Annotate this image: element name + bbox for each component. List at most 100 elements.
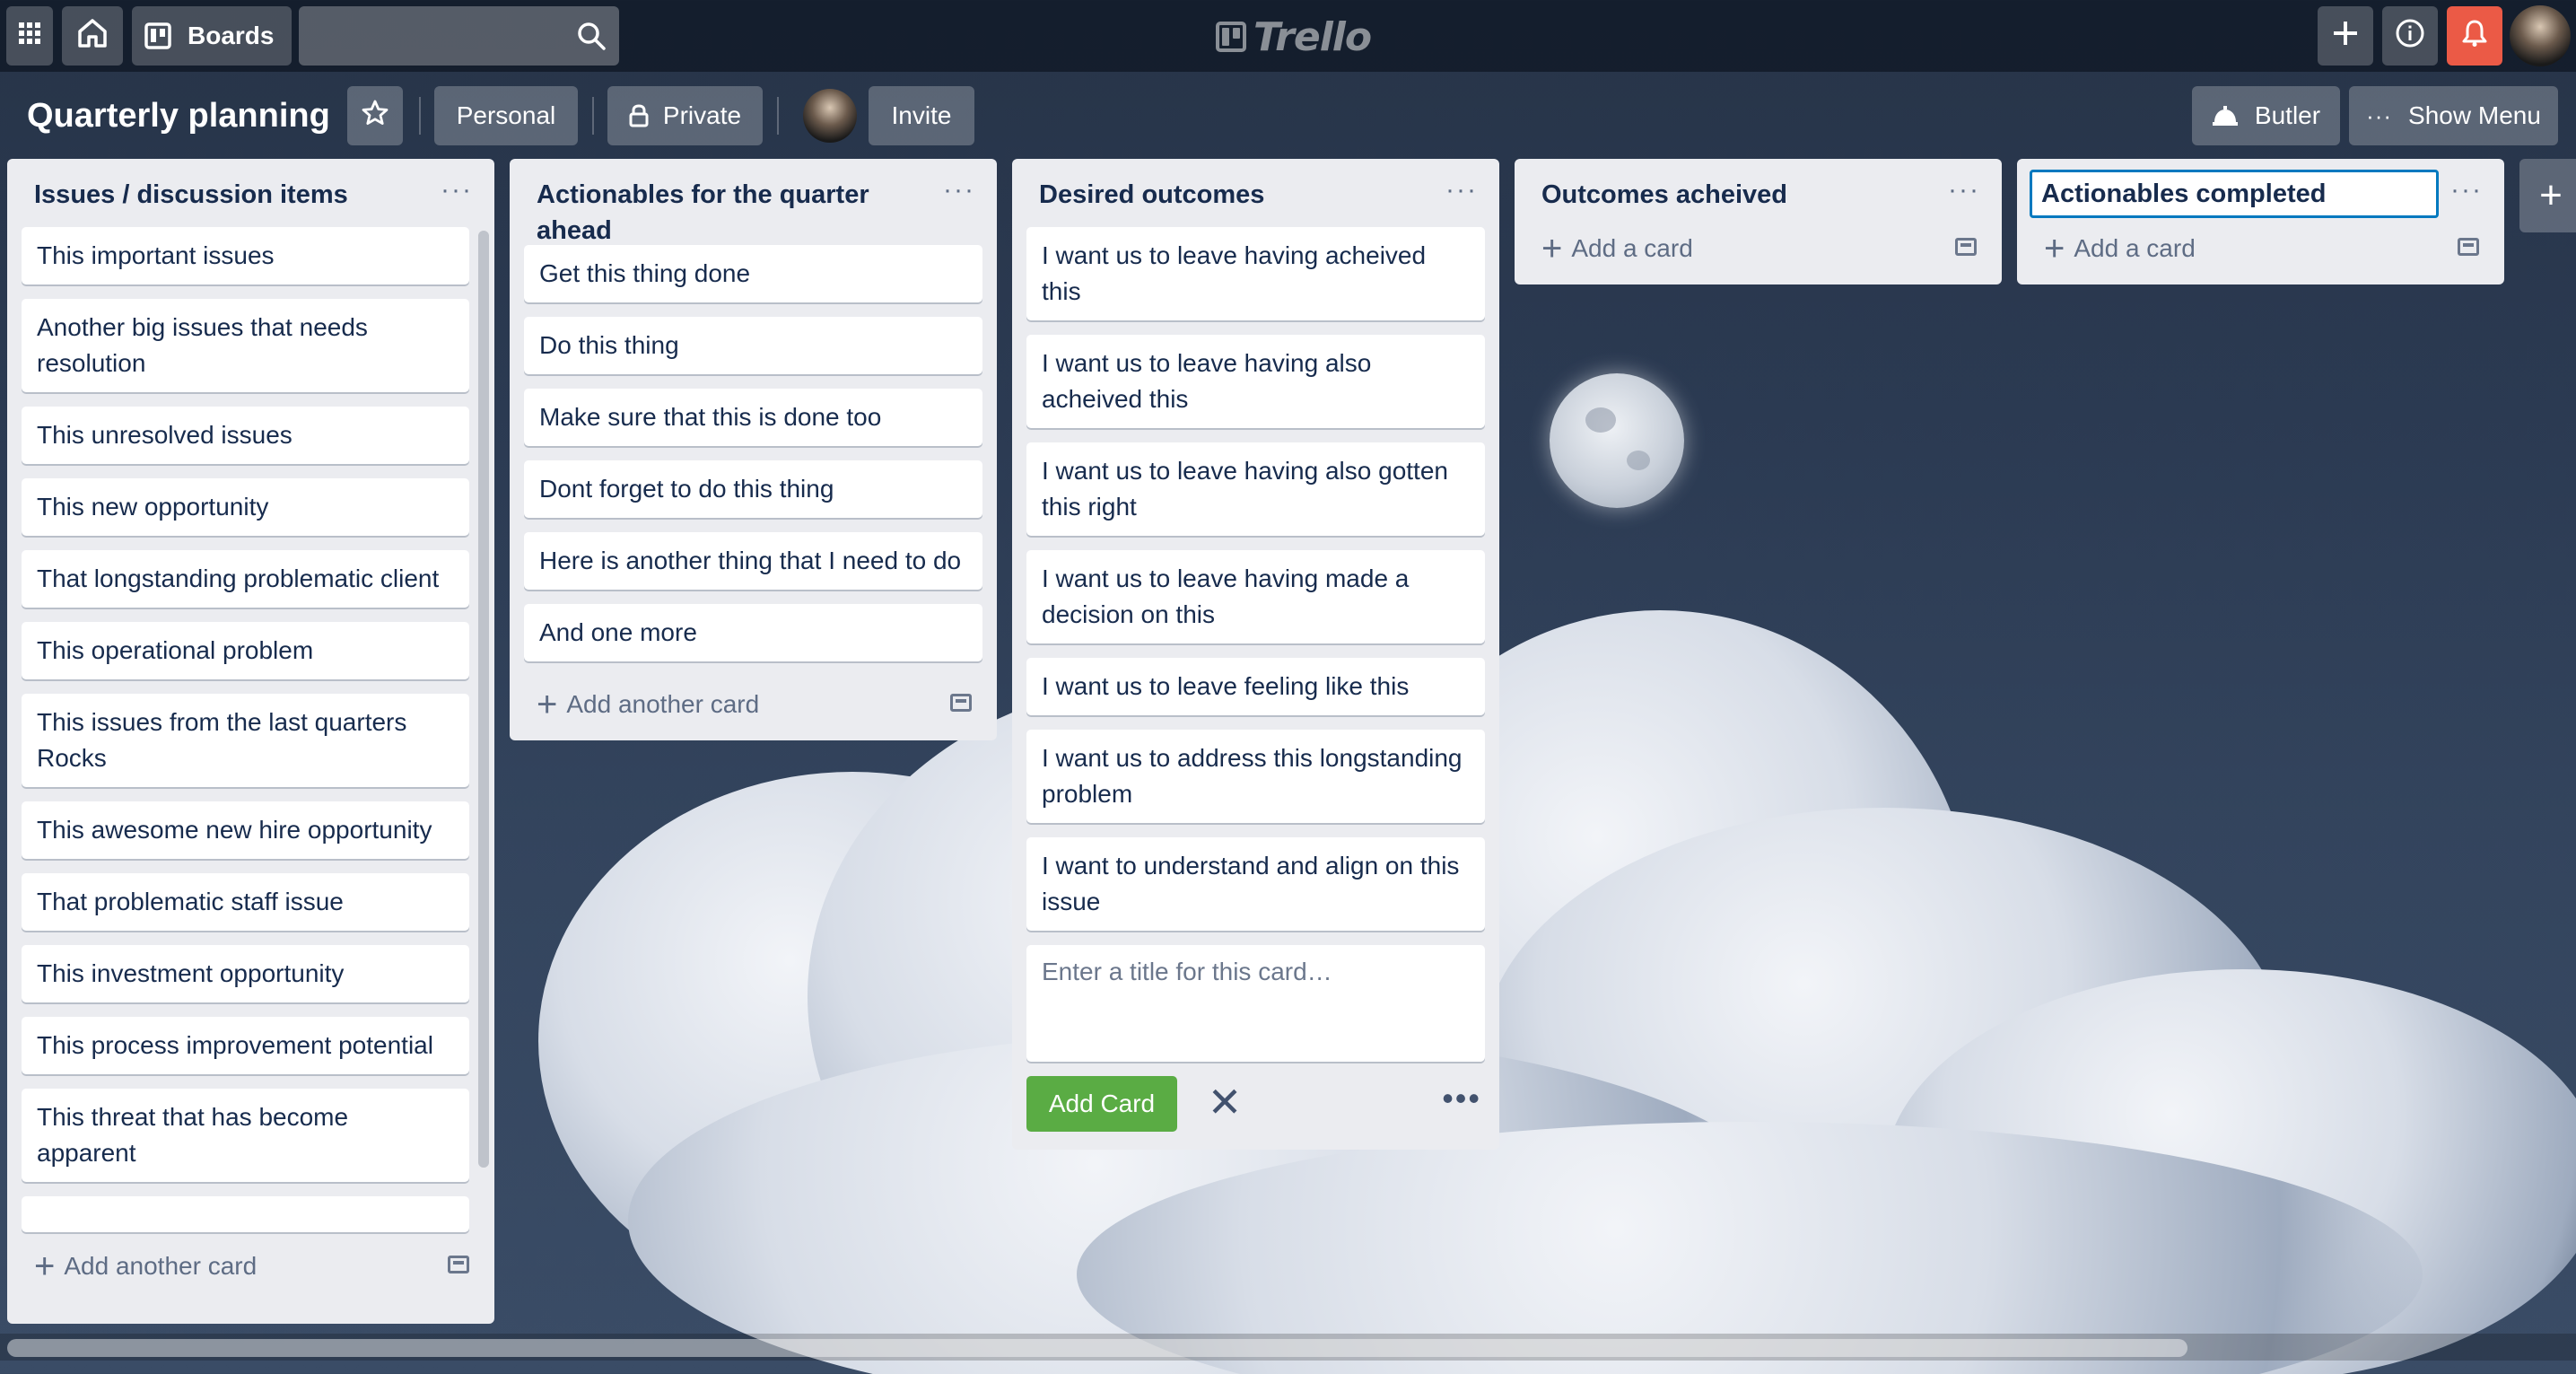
card[interactable]: I want us to address this longstanding p… <box>1026 730 1485 823</box>
card-partial[interactable] <box>22 1196 469 1232</box>
search-box[interactable] <box>299 6 619 67</box>
plus-icon: + <box>537 685 558 724</box>
card[interactable]: I want us to leave having made a decisio… <box>1026 550 1485 643</box>
list-outcomes-achieved: Outcomes acheived ··· + Add a card <box>1515 159 2002 284</box>
add-card-submit-button[interactable]: Add Card <box>1026 1076 1177 1132</box>
list-issues: Issues / discussion items ··· This impor… <box>7 159 494 1324</box>
star-icon <box>361 99 389 134</box>
list-scrollbar[interactable] <box>478 231 489 1168</box>
card[interactable]: I want to understand and align on this i… <box>1026 837 1485 931</box>
invite-button[interactable]: Invite <box>869 86 974 145</box>
card[interactable]: Dont forget to do this thing <box>524 460 982 518</box>
close-composer-button[interactable]: ✕ <box>1202 1080 1247 1125</box>
board-horizontal-scrollbar[interactable] <box>0 1334 2576 1361</box>
member-avatar[interactable] <box>803 89 857 143</box>
list-title[interactable]: Issues / discussion items <box>34 177 432 213</box>
home-button[interactable] <box>62 6 123 66</box>
card[interactable]: And one more <box>524 604 982 661</box>
list-menu-button[interactable]: ··· <box>943 175 975 206</box>
close-icon: ✕ <box>1207 1079 1243 1125</box>
list-menu-button[interactable]: ··· <box>2450 175 2483 206</box>
create-button[interactable] <box>2318 6 2373 66</box>
card-template-icon[interactable] <box>1955 238 1977 256</box>
board-title[interactable]: Quarterly planning <box>27 90 330 142</box>
list-menu-button[interactable]: ··· <box>1948 175 1980 206</box>
add-card-label: Add another card <box>64 1252 258 1280</box>
ellipsis-icon: ··· <box>943 175 975 205</box>
info-button[interactable] <box>2382 6 2438 66</box>
grid-icon <box>17 21 42 52</box>
card[interactable]: Do this thing <box>524 317 982 374</box>
plus-icon: + <box>2044 229 2065 268</box>
card[interactable]: I want us to leave having acheived this <box>1026 227 1485 320</box>
ellipsis-icon: ··· <box>1445 175 1478 205</box>
add-list-button[interactable]: + <box>2519 159 2576 232</box>
card[interactable]: Here is another thing that I need to do <box>524 532 982 590</box>
list-scrollbar-thumb[interactable] <box>478 231 489 1168</box>
card-template-icon[interactable] <box>950 694 972 712</box>
card[interactable]: I want us to leave having also gotten th… <box>1026 442 1485 536</box>
apps-grid-button[interactable] <box>6 6 53 66</box>
board-scrollbar-thumb[interactable] <box>7 1339 2187 1357</box>
list-title-input[interactable] <box>2030 170 2439 218</box>
add-card-label: Add a card <box>2074 234 2196 262</box>
list-actionables-completed: ··· + Add a card <box>2017 159 2504 284</box>
add-another-card-button[interactable]: + Add another card <box>16 1238 485 1295</box>
list-title[interactable]: Outcomes acheived <box>1541 177 1939 213</box>
card[interactable]: That problematic staff issue <box>22 873 469 931</box>
card[interactable]: Get this thing done <box>524 245 982 302</box>
add-card-button[interactable]: + Add a card <box>2026 220 2495 277</box>
ellipsis-icon: ··· <box>2450 175 2483 205</box>
card[interactable]: That longstanding problematic client <box>22 550 469 608</box>
search-input[interactable] <box>299 6 575 67</box>
privacy-button[interactable]: Private <box>607 86 763 145</box>
add-card-label: Add a card <box>1571 234 1693 262</box>
card[interactable]: Make sure that this is done too <box>524 389 982 446</box>
show-menu-button[interactable]: ··· Show Menu <box>2349 86 2558 145</box>
card-template-icon[interactable] <box>448 1256 469 1273</box>
card[interactable]: This unresolved issues <box>22 407 469 464</box>
composer-controls: Add Card ✕ ••• <box>1012 1062 1499 1150</box>
team-visibility-button[interactable]: Personal <box>434 86 578 145</box>
header-divider <box>777 97 779 135</box>
notifications-button[interactable] <box>2447 6 2502 66</box>
card[interactable]: This important issues <box>22 227 469 284</box>
trello-logo-icon <box>1216 22 1246 52</box>
user-avatar[interactable] <box>2510 5 2571 66</box>
card[interactable]: This operational problem <box>22 622 469 679</box>
search-icon[interactable] <box>576 21 607 56</box>
add-card-label: Add another card <box>566 690 760 718</box>
card[interactable]: This issues from the last quarters Rocks <box>22 694 469 787</box>
trello-logo[interactable]: Trello <box>1216 13 1372 61</box>
bell-icon <box>2461 19 2488 54</box>
list-actionables: Actionables for the quarter ahead ··· Ge… <box>510 159 997 740</box>
card[interactable]: This new opportunity <box>22 478 469 536</box>
butler-button[interactable]: Butler <box>2192 86 2340 145</box>
list-menu-button[interactable]: ··· <box>1445 175 1478 206</box>
boards-button[interactable]: Boards <box>132 6 292 66</box>
card[interactable]: I want us to leave having also acheived … <box>1026 335 1485 428</box>
lock-icon <box>629 104 649 127</box>
card[interactable]: This awesome new hire opportunity <box>22 801 469 859</box>
card[interactable]: I want us to leave feeling like this <box>1026 658 1485 715</box>
card[interactable]: Another big issues that needs resolution <box>22 299 469 392</box>
plus-icon: + <box>34 1247 56 1286</box>
card[interactable]: This threat that has become apparent <box>22 1089 469 1182</box>
star-board-button[interactable] <box>347 86 403 145</box>
list-cards-container: This important issues Another big issues… <box>7 227 494 1238</box>
composer-options-button[interactable]: ••• <box>1442 1080 1481 1117</box>
privacy-label: Private <box>662 101 742 129</box>
card[interactable]: This investment opportunity <box>22 945 469 1002</box>
plus-icon: + <box>1541 229 1563 268</box>
card-template-icon[interactable] <box>2458 238 2479 256</box>
list-menu-button[interactable]: ··· <box>441 175 473 206</box>
list-title[interactable]: Desired outcomes <box>1039 177 1436 213</box>
new-card-title-input[interactable] <box>1026 945 1485 1062</box>
add-another-card-button[interactable]: + Add another card <box>519 676 988 733</box>
add-card-button[interactable]: + Add a card <box>1524 220 1993 277</box>
plus-icon: + <box>2539 173 2563 217</box>
list-desired-outcomes: Desired outcomes ··· I want us to leave … <box>1012 159 1499 1150</box>
list-title[interactable]: Actionables for the quarter ahead <box>537 177 934 249</box>
card[interactable]: This process improvement potential <box>22 1017 469 1074</box>
new-card-composer[interactable] <box>1026 945 1485 1062</box>
